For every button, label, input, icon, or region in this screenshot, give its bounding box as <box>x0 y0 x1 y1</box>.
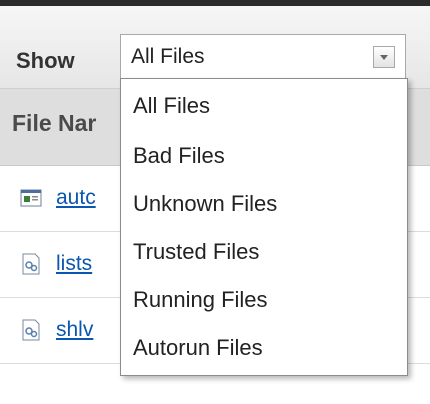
file-filter-selected-value: All Files <box>131 45 205 68</box>
show-label: Show <box>16 48 75 73</box>
option-bad-files[interactable]: Bad Files <box>133 143 225 169</box>
chevron-down-icon[interactable] <box>373 46 395 68</box>
dll-file-icon <box>22 319 40 341</box>
column-header-file-name[interactable]: File Nar <box>12 110 96 137</box>
file-filter-dropdown-list: All Files Bad Files Unknown Files Truste… <box>120 78 408 376</box>
file-filter-select[interactable]: All Files <box>120 34 406 80</box>
application-icon <box>20 189 42 207</box>
option-trusted-files[interactable]: Trusted Files <box>133 239 259 265</box>
filter-toolbar: Show All Files <box>0 6 430 89</box>
option-autorun-files[interactable]: Autorun Files <box>133 335 263 361</box>
file-name-link[interactable]: lists <box>56 252 92 276</box>
dll-file-icon <box>22 253 40 275</box>
option-unknown-files[interactable]: Unknown Files <box>133 191 277 217</box>
option-running-files[interactable]: Running Files <box>133 287 268 313</box>
file-name-link[interactable]: autc <box>56 186 96 210</box>
option-all-files[interactable]: All Files <box>133 93 210 119</box>
file-name-link[interactable]: shlv <box>56 318 93 342</box>
